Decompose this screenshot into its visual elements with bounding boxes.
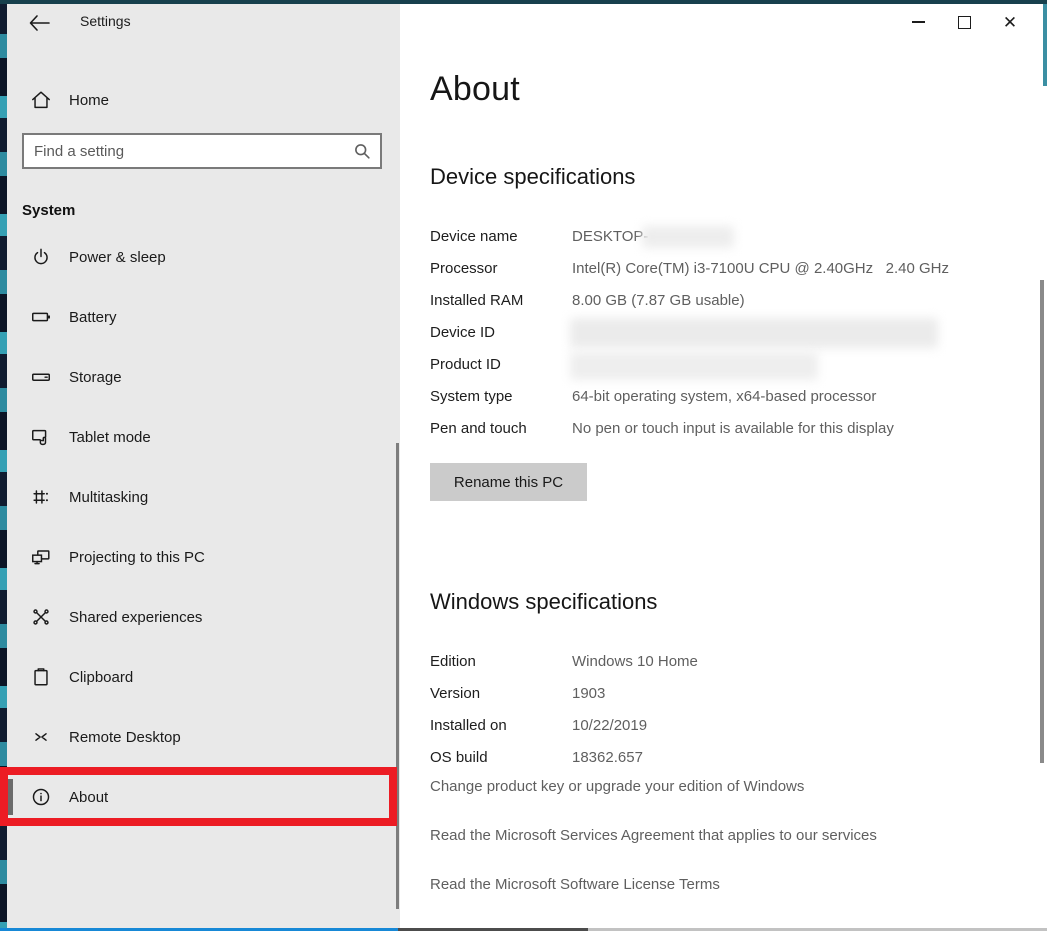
spec-label: Product ID [430, 356, 501, 373]
spec-label: Processor [430, 260, 498, 277]
sidebar-item-label: Shared experiences [69, 608, 203, 626]
spec-row-pen-touch: Pen and touch No pen or touch input is a… [430, 420, 1030, 444]
redacted-device-name [642, 226, 734, 248]
sidebar: Home System Power & sleep Battery [7, 4, 400, 928]
window-title: Settings [80, 13, 131, 29]
sidebar-item-label: Multitasking [69, 488, 149, 506]
search-icon[interactable] [353, 142, 371, 160]
spec-label: Edition [430, 653, 476, 670]
minimize-icon [911, 21, 925, 23]
device-specs-heading: Device specifications [430, 164, 636, 189]
sidebar-section-system: System [22, 202, 76, 219]
sidebar-item-label: Home [69, 91, 110, 109]
page-title: About [430, 70, 520, 108]
spec-row-system-type: System type 64-bit operating system, x64… [430, 388, 1030, 412]
spec-value: 8.00 GB (7.87 GB usable) [572, 292, 745, 309]
spec-value: DESKTOP- [572, 228, 649, 245]
desktop-edge-right [1043, 0, 1047, 86]
desktop-edge-strip [0, 0, 7, 931]
spec-label: Installed RAM [430, 292, 524, 309]
spec-value: 18362.657 [572, 749, 643, 766]
sidebar-item-remote-desktop[interactable]: Remote Desktop [7, 715, 400, 759]
back-arrow-icon [29, 15, 50, 31]
spec-label: OS build [430, 749, 488, 766]
spec-row-version: Version 1903 [430, 685, 1030, 709]
minimize-button[interactable] [895, 8, 941, 36]
maximize-button[interactable] [941, 8, 987, 36]
spec-row-product-id: Product ID [430, 352, 1030, 380]
sidebar-scrollbar[interactable] [396, 443, 399, 909]
sidebar-item-label: Battery [69, 308, 117, 326]
spec-label: Device ID [430, 324, 496, 341]
spec-label: System type [430, 388, 513, 405]
link-services-agreement[interactable]: Read the Microsoft Services Agreement th… [430, 827, 1030, 844]
remote-desktop-icon [35, 733, 47, 741]
window-top-border [0, 0, 1047, 4]
sidebar-item-label: Projecting to this PC [69, 548, 205, 566]
multitasking-icon [33, 490, 48, 504]
sidebar-item-multitasking[interactable]: Multitasking [7, 475, 400, 519]
spec-value: 1903 [572, 685, 606, 702]
spec-label: Installed on [430, 717, 507, 734]
selected-indicator [7, 779, 13, 815]
shared-experiences-icon [33, 609, 49, 625]
spec-value: Intel(R) Core(TM) i3-7100U CPU @ 2.40GHz… [572, 260, 949, 277]
sidebar-item-projecting[interactable]: Projecting to this PC [7, 535, 400, 579]
spec-row-installed-ram: Installed RAM 8.00 GB (7.87 GB usable) [430, 292, 1030, 316]
tablet-mode-icon [32, 429, 47, 446]
power-icon [34, 248, 48, 265]
sidebar-item-home[interactable]: Home [7, 78, 400, 122]
spec-row-device-id: Device ID [430, 318, 1030, 348]
spec-label: Device name [430, 228, 518, 245]
search-input[interactable] [24, 142, 353, 160]
spec-row-edition: Edition Windows 10 Home [430, 653, 1030, 677]
clipboard-icon [34, 668, 48, 686]
spec-row-device-name: Device name DESKTOP- [430, 226, 1030, 252]
rename-pc-button[interactable]: Rename this PC [430, 463, 587, 501]
storage-icon [32, 373, 50, 381]
spec-value: 10/22/2019 [572, 717, 648, 734]
sidebar-item-power-sleep[interactable]: Power & sleep [7, 235, 400, 279]
spec-label: Pen and touch [430, 420, 527, 437]
sidebar-item-label: Power & sleep [69, 248, 166, 266]
sidebar-item-label: Storage [69, 368, 122, 386]
close-button[interactable]: ✕ [987, 8, 1033, 36]
main-scrollbar[interactable] [1040, 280, 1044, 763]
sidebar-item-about[interactable]: About [7, 775, 400, 819]
redacted-device-id [570, 318, 938, 348]
projecting-icon [32, 550, 50, 565]
sidebar-item-clipboard[interactable]: Clipboard [7, 655, 400, 699]
home-icon [32, 91, 50, 109]
back-button[interactable] [24, 10, 54, 36]
search-box [22, 133, 382, 169]
sidebar-item-label: Clipboard [69, 668, 134, 686]
sidebar-item-label: About [69, 788, 109, 806]
sidebar-item-tablet-mode[interactable]: Tablet mode [7, 415, 400, 459]
spec-row-os-build: OS build 18362.657 [430, 749, 1030, 773]
sidebar-item-label: Remote Desktop [69, 728, 181, 746]
close-icon: ✕ [1002, 12, 1018, 32]
spec-value: 64-bit operating system, x64-based proce… [572, 388, 877, 405]
sidebar-item-storage[interactable]: Storage [7, 355, 400, 399]
spec-value: No pen or touch input is available for t… [572, 420, 894, 437]
battery-icon [32, 312, 50, 322]
maximize-icon [957, 15, 971, 29]
settings-window: Settings ✕ Home System [0, 0, 1047, 931]
spec-row-processor: Processor Intel(R) Core(TM) i3-7100U CPU… [430, 260, 1030, 284]
sidebar-item-shared-experiences[interactable]: Shared experiences [7, 595, 400, 639]
windows-specs-heading: Windows specifications [430, 589, 658, 614]
window-controls: ✕ [895, 8, 1033, 36]
main-content: About Device specifications Device name … [400, 4, 1047, 928]
spec-row-installed-on: Installed on 10/22/2019 [430, 717, 1030, 741]
sidebar-item-battery[interactable]: Battery [7, 295, 400, 339]
link-change-product-key[interactable]: Change product key or upgrade your editi… [430, 778, 1030, 795]
sidebar-item-label: Tablet mode [69, 428, 151, 446]
spec-label: Version [430, 685, 481, 702]
redacted-product-id [570, 352, 818, 380]
link-license-terms[interactable]: Read the Microsoft Software License Term… [430, 876, 1030, 893]
info-icon [32, 788, 50, 806]
spec-value: Windows 10 Home [572, 653, 698, 670]
